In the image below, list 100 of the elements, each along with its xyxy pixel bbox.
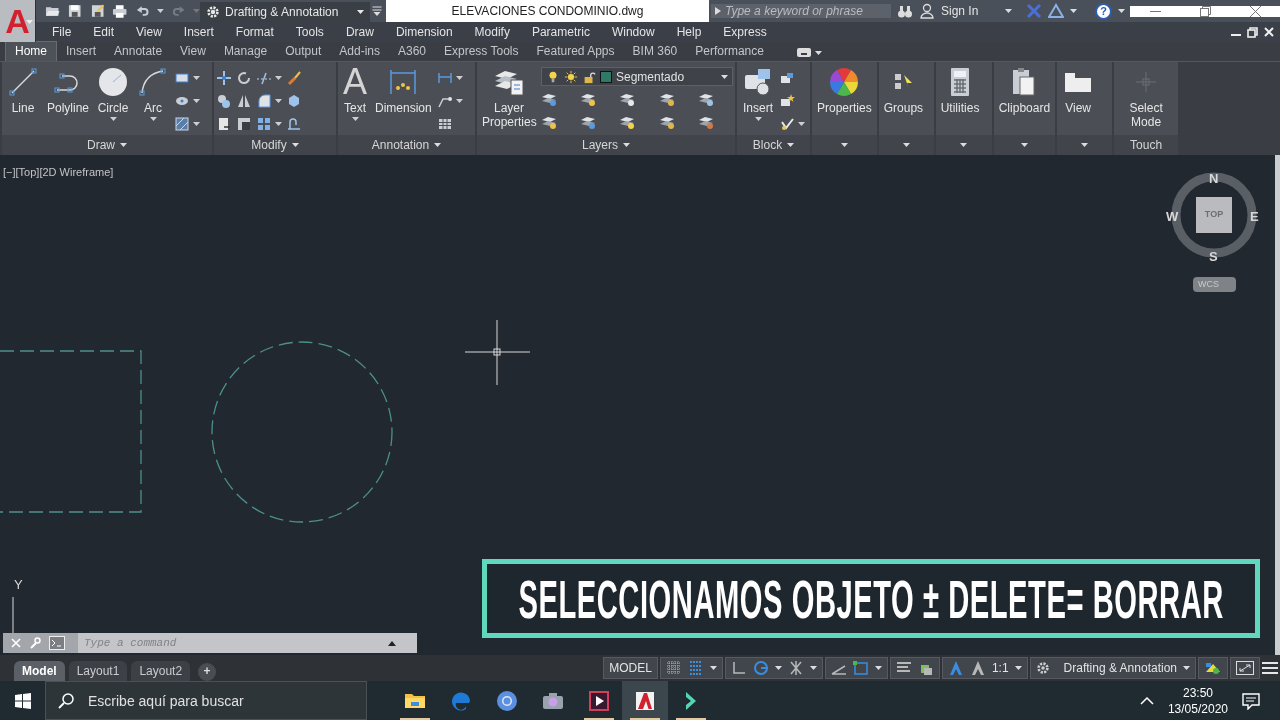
panel-title[interactable]: Touch	[1130, 136, 1163, 154]
caret-icon[interactable]	[1020, 143, 1028, 147]
isometric-icon[interactable]	[787, 660, 804, 676]
caret-icon[interactable]	[351, 117, 359, 121]
close-icon[interactable]	[1249, 5, 1261, 17]
caret-icon[interactable]	[275, 76, 282, 80]
ribbon-button[interactable]: View	[1059, 65, 1098, 135]
trim-icon[interactable]	[256, 70, 272, 86]
caret-icon[interactable]	[193, 99, 201, 103]
array-icon[interactable]	[256, 116, 272, 132]
layer-icon[interactable]	[580, 91, 597, 107]
ribbon-tab[interactable]: Performance	[686, 42, 773, 61]
compass-letter[interactable]: S	[1209, 247, 1218, 267]
ribbon-button[interactable]: A Text	[340, 65, 370, 135]
menu-item[interactable]: Help	[676, 22, 702, 42]
clock-time[interactable]: 23:50	[1167, 684, 1228, 701]
ribbon-button[interactable]: Insert	[739, 65, 777, 135]
ribbon-button[interactable]: Layer Properties	[479, 65, 539, 135]
menu-item[interactable]: Format	[235, 22, 274, 42]
rotate-icon[interactable]	[236, 70, 252, 86]
caret-icon[interactable]	[754, 117, 762, 121]
taskbar-search-input[interactable]: Escribe aquí para buscar	[86, 682, 366, 719]
windows-logo-icon[interactable]	[14, 692, 31, 709]
layer-dropdown[interactable]: Segmentado	[541, 67, 733, 86]
rectangle-icon[interactable]	[174, 70, 191, 86]
clock-date[interactable]: 13/05/2020	[1167, 700, 1228, 717]
menu-item[interactable]: Window	[611, 22, 655, 42]
panel-toggle-icon[interactable]	[796, 48, 811, 57]
ribbon-tab[interactable]: Annotate	[105, 42, 172, 61]
expand-arrow-icon[interactable]	[715, 7, 721, 15]
workspace-dropdown[interactable]: Drafting & Annotation	[200, 1, 370, 22]
ribbon-button[interactable]: Circle	[94, 65, 133, 135]
caret-icon[interactable]	[709, 666, 717, 670]
caret-icon[interactable]	[1014, 666, 1022, 670]
caret-icon[interactable]	[434, 143, 442, 147]
layer-icon[interactable]	[580, 114, 597, 130]
caret-icon[interactable]	[1005, 9, 1012, 13]
caret-icon[interactable]	[960, 143, 968, 147]
menu-item[interactable]: Parametric	[531, 22, 590, 42]
layout-tab[interactable]: Model	[14, 661, 65, 681]
menu-icon[interactable]	[1262, 661, 1278, 675]
ortho-icon[interactable]	[730, 660, 747, 676]
browser-icon[interactable]	[495, 688, 519, 713]
layout-tab[interactable]: Layout2	[131, 661, 191, 681]
caret-icon[interactable]	[357, 9, 364, 14]
layer-icon[interactable]	[541, 91, 557, 107]
compass-letter[interactable]: W	[1166, 207, 1179, 227]
fullscreen-icon[interactable]	[1236, 661, 1254, 675]
caret-icon[interactable]	[1081, 143, 1089, 147]
binoculars-icon[interactable]	[897, 3, 913, 19]
ribbon-tab[interactable]: Home	[5, 41, 57, 61]
caret-icon[interactable]	[874, 666, 882, 670]
stretch-icon[interactable]	[216, 116, 232, 132]
menu-item[interactable]: Modify	[474, 22, 510, 42]
caret-icon[interactable]	[721, 74, 728, 79]
compass-letter[interactable]: N	[1209, 169, 1219, 189]
caret-icon[interactable]	[798, 122, 805, 126]
panel-title[interactable]: Annotation	[371, 136, 430, 154]
menu-item[interactable]: Tools	[295, 22, 324, 42]
panel-title[interactable]: Block	[752, 136, 783, 154]
ribbon-tab[interactable]: View	[171, 42, 215, 61]
viewport-control[interactable]: [Top]	[15, 164, 40, 181]
printer-icon[interactable]	[112, 3, 128, 19]
user-icon[interactable]	[919, 3, 935, 19]
caret-icon[interactable]	[291, 143, 299, 147]
annotation-visibility-icon[interactable]	[947, 660, 964, 676]
mirror-icon[interactable]	[236, 93, 252, 109]
video-player-icon[interactable]	[587, 688, 611, 713]
panel-title[interactable]: Modify	[251, 136, 287, 154]
caret-icon[interactable]	[809, 666, 817, 670]
sign-in-link[interactable]: Sign In	[941, 1, 999, 21]
prompt-icon[interactable]	[49, 636, 65, 650]
ribbon-tab[interactable]: Insert	[57, 42, 106, 61]
panel-title[interactable]: Draw	[87, 136, 115, 154]
caret-icon[interactable]	[193, 76, 201, 80]
layer-icon[interactable]	[541, 114, 557, 130]
caret-icon[interactable]	[774, 666, 782, 670]
checkmark-icon[interactable]	[779, 116, 795, 132]
ribbon-button[interactable]: Groups	[880, 65, 927, 135]
caret-icon[interactable]	[388, 640, 396, 646]
object-snap-icon[interactable]	[852, 660, 869, 676]
chevron-up-icon[interactable]	[1139, 696, 1154, 705]
layer-icon[interactable]	[619, 91, 636, 107]
layer-icon[interactable]	[658, 91, 675, 107]
isolate-objects-icon[interactable]	[1204, 660, 1222, 676]
block-icon[interactable]	[779, 70, 795, 86]
viewport-control[interactable]: [2D Wireframe]	[39, 164, 114, 181]
ribbon-button[interactable]: Select Mode	[1116, 65, 1177, 135]
layer-icon[interactable]	[697, 114, 714, 130]
menu-item[interactable]: Insert	[183, 22, 214, 42]
caret-icon[interactable]	[1070, 9, 1077, 13]
ribbon-button[interactable]: Utilities	[937, 65, 983, 135]
menu-item[interactable]: Express	[723, 22, 767, 42]
command-input[interactable]: Type a command	[78, 633, 388, 653]
ribbon-tab[interactable]: BIM 360	[623, 42, 687, 61]
panel-title[interactable]: Layers	[582, 136, 618, 154]
caret-icon[interactable]	[157, 9, 164, 13]
menu-item[interactable]: Edit	[93, 22, 115, 42]
block-edit-icon[interactable]	[779, 93, 795, 109]
offset-icon[interactable]	[286, 116, 302, 132]
